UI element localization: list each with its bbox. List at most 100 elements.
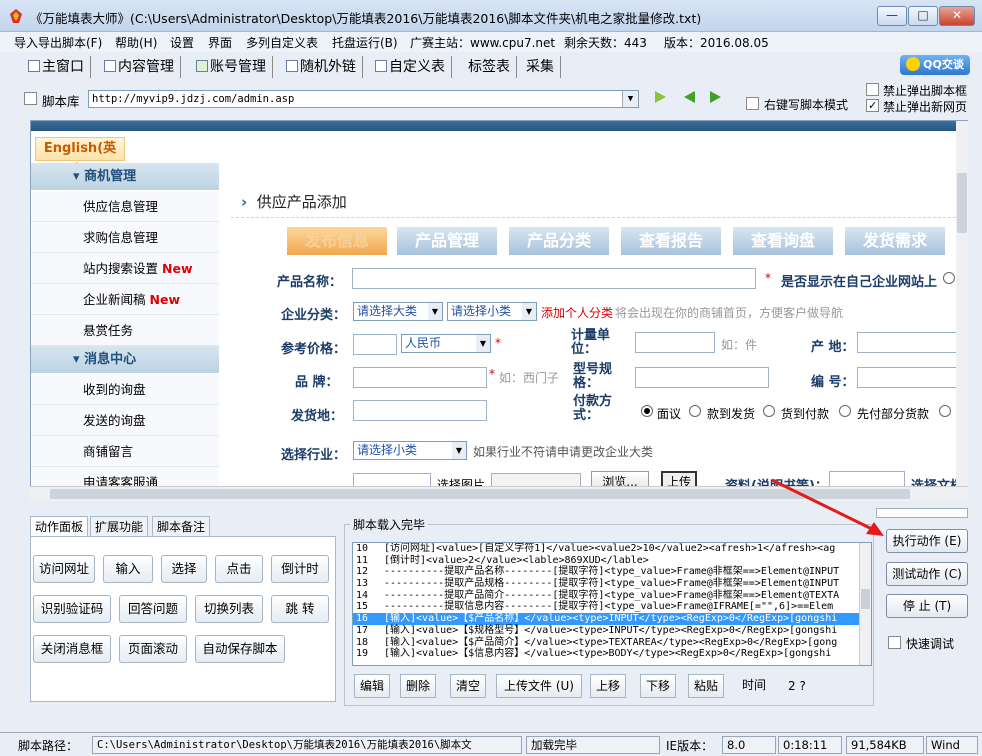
small-category-select[interactable]: 请选择小类 ▼ [447,302,537,321]
scroll-thumb[interactable] [861,589,870,609]
go-icon[interactable] [655,91,666,103]
navtab-view-inquiry[interactable]: 查看询盘 [733,227,833,255]
payment-radio[interactable] [939,405,951,417]
navtab-product-manage[interactable]: 产品管理 [397,227,497,255]
payment-radio[interactable] [839,405,851,417]
script-line[interactable]: 17 [输入]<value>【$规格型号】</value><type>INPUT<… [353,625,871,637]
script-line[interactable]: 11 [倒计时]<value>2</value><lable>869XUD</la… [353,555,871,567]
navtab-publish[interactable]: 发布信息 [287,227,387,255]
auto-save-script-button[interactable]: 自动保存脚本 [195,635,285,663]
visit-url-button[interactable]: 访问网址 [33,555,95,583]
script-line[interactable]: 18 [输入]<value>【$产品简介】</value><type>TEXTAR… [353,637,871,649]
edit-button[interactable]: 编辑 [354,674,390,698]
price-input[interactable] [353,334,397,355]
navtab-view-report[interactable]: 查看报告 [621,227,721,255]
code-input[interactable] [857,367,967,388]
sidebar-item[interactable]: 商铺留言 [31,436,219,467]
script-line[interactable]: 15 ----------提取信息内容--------[提取字符]<type_va… [353,601,871,613]
maximize-button[interactable]: □ [908,6,938,26]
scroll-thumb[interactable] [957,173,967,233]
jump-button[interactable]: 跳 转 [271,595,329,623]
minimize-button[interactable]: — [877,6,907,26]
sidebar-item[interactable]: 求购信息管理 [31,222,219,253]
tab-action-panel[interactable]: 动作面板 [30,516,89,536]
menu-import-export[interactable]: 导入导出脚本(F) [14,34,102,51]
page-scroll-button[interactable]: 页面滚动 [119,635,187,663]
script-line[interactable]: 14 ----------提取产品简介--------[提取字符]<type_va… [353,590,871,602]
close-button[interactable]: ✕ [939,6,975,26]
upload-file-button[interactable]: 上传文件 (U) [496,674,582,698]
move-up-button[interactable]: 上移 [590,674,626,698]
tab-extensions[interactable]: 扩展功能 [90,516,149,536]
clear-button[interactable]: 清空 [450,674,486,698]
origin-input[interactable] [857,332,967,353]
forward-icon[interactable] [710,91,721,103]
script-line[interactable]: 12 ----------提取产品名称--------[提取字符]<type_va… [353,566,871,578]
script-line[interactable]: 13 ----------提取产品规格--------[提取字符]<type_va… [353,578,871,590]
script-scrollbar[interactable] [859,543,871,665]
menu-tray-run[interactable]: 托盘运行(B) [332,34,398,51]
url-dropdown-arrow[interactable]: ▼ [622,91,638,107]
sidebar-header[interactable]: ▾ 商机管理 [31,163,219,191]
menu-settings[interactable]: 设置 [170,34,194,51]
paste-button[interactable]: 粘贴 [688,674,724,698]
add-personal-category-link[interactable]: 添加个人分类 [541,304,613,321]
tab-collect[interactable]: 采集 [526,56,561,78]
big-category-select[interactable]: 请选择大类 ▼ [353,302,443,321]
delete-button[interactable]: 删除 [400,674,436,698]
product-name-input[interactable] [352,268,756,289]
right-click-mode-checkbox[interactable] [746,97,759,110]
tab-custom-table[interactable]: 自定义表 [375,56,452,78]
payment-radio[interactable] [641,405,653,417]
unit-input[interactable] [635,332,715,353]
script-editor[interactable]: 10 [访问网址]<value>[自定义字符1]</value><value2>1… [352,542,872,666]
payment-radio[interactable] [763,405,775,417]
execute-action-button[interactable]: 执行动作 (E) [886,529,968,553]
sidebar-item[interactable]: 收到的询盘 [31,374,219,405]
block-script-box-checkbox[interactable] [866,83,879,96]
countdown-button[interactable]: 倒计时 [271,555,329,583]
tab-random-link[interactable]: 随机外链 [286,56,363,78]
tab-content-manage[interactable]: 内容管理 [104,56,181,78]
menu-multi-column[interactable]: 多列自定义表 [246,34,318,51]
industry-select[interactable]: 请选择小类 ▼ [353,441,467,460]
captcha-button[interactable]: 识别验证码 [33,595,111,623]
navtab-shipping-demand[interactable]: 发货需求 [845,227,945,255]
tab-account-manage[interactable]: 账号管理 [196,56,273,78]
menu-help[interactable]: 帮助(H) [115,34,157,51]
model-input[interactable] [635,367,769,388]
input-button[interactable]: 输入 [103,555,153,583]
test-action-button[interactable]: 测试动作 (C) [886,562,968,586]
navtab-product-category[interactable]: 产品分类 [509,227,609,255]
click-button[interactable]: 点击 [215,555,263,583]
close-message-box-button[interactable]: 关闭消息框 [33,635,111,663]
tab-tag-table[interactable]: 标签表 [468,56,517,78]
menu-main-site[interactable]: 广赛主站：www.cpu7.net [410,34,555,51]
brand-input[interactable] [353,367,487,388]
browser-vertical-scrollbar[interactable] [956,121,968,487]
block-new-page-checkbox[interactable] [866,99,879,112]
script-library-checkbox[interactable] [24,92,37,105]
ship-from-input[interactable] [353,400,487,421]
url-input[interactable]: http://myvip9.jdzj.com/admin.asp ▼ [88,90,639,108]
sidebar-item[interactable]: 供应信息管理 [31,191,219,222]
move-down-button[interactable]: 下移 [640,674,676,698]
sidebar-item[interactable]: 站内搜索设置 New [31,253,219,284]
switch-list-button[interactable]: 切换列表 [195,595,263,623]
currency-select[interactable]: 人民币 ▼ [401,334,491,353]
script-line[interactable]: 10 [访问网址]<value>[自定义字符1]</value><value2>1… [353,543,871,555]
show-on-site-yes-radio[interactable] [943,272,955,284]
sidebar-header[interactable]: ▾ 消息中心 [31,346,219,374]
select-button[interactable]: 选择 [161,555,207,583]
back-icon[interactable] [684,91,695,103]
sidebar-item[interactable]: 悬赏任务 [31,315,219,346]
fast-debug-checkbox[interactable] [888,636,901,649]
script-line[interactable]: 19 [输入]<value>【$信息内容】</value><type>BODY</… [353,648,871,660]
stop-button[interactable]: 停 止 (T) [886,594,968,618]
qq-chat-button[interactable]: QQ交谈 [900,55,970,75]
sidebar-item[interactable]: 企业新闻稿 New [31,284,219,315]
english-link[interactable]: English(英文) [35,137,125,178]
menu-interface[interactable]: 界面 [208,34,232,51]
sidebar-item[interactable]: 发送的询盘 [31,405,219,436]
payment-radio[interactable] [689,405,701,417]
